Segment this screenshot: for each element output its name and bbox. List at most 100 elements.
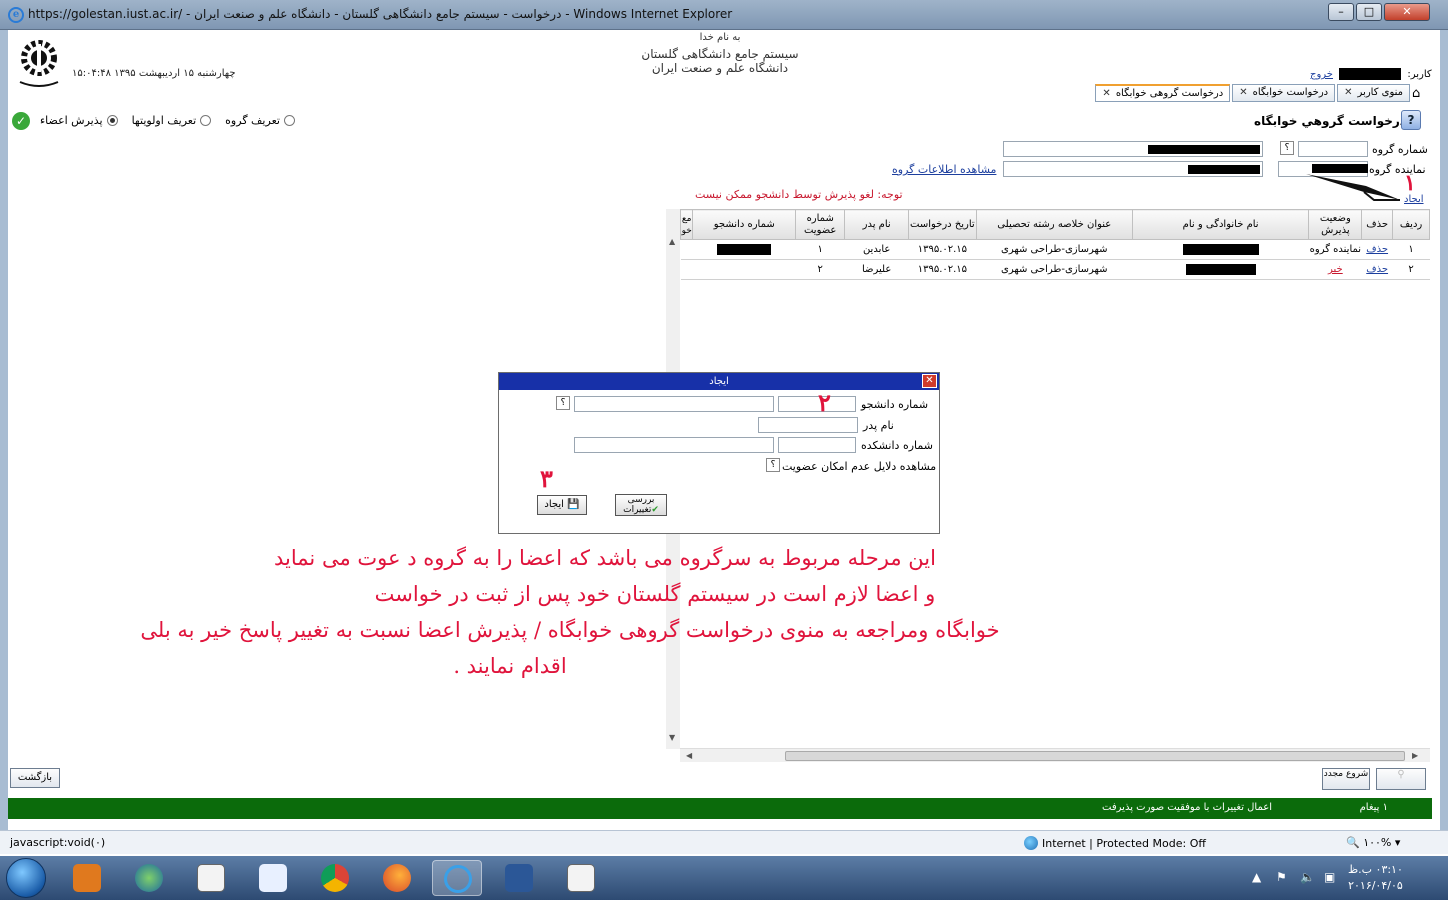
network-icon[interactable]: ▣ — [1324, 870, 1335, 884]
clock-date: ۲۰۱۶/۰۴/۰۵ — [1348, 879, 1403, 892]
start-again-label: شروع مجدد — [1323, 769, 1369, 779]
status-url: javascript:void(۰) — [10, 836, 106, 849]
tab-group-dorm-request[interactable]: درخواست گروهی خوابگاه ✕ — [1095, 84, 1231, 102]
redacted-student-no — [717, 243, 772, 255]
tab-dorm-request[interactable]: درخواست خوابگاه ✕ — [1232, 84, 1336, 102]
taskbar-word[interactable] — [494, 860, 544, 896]
back-button-label: بازگشت — [17, 772, 53, 783]
tray-expand-icon[interactable]: ▲ — [1252, 870, 1261, 884]
home-icon[interactable]: ⌂ — [1412, 86, 1420, 101]
university-name: دانشگاه علم و صنعت ایران — [651, 61, 789, 75]
table-row: ۱ حذف نماینده گروه شهرسازی-طراحی شهری ۱۳… — [680, 239, 1430, 260]
dialog-reasons-help-icon[interactable]: ؟ — [766, 458, 780, 472]
view-group-info-link[interactable]: مشاهده اطلاعات گروه — [892, 163, 996, 176]
annotation-number-3: ۳ — [540, 464, 553, 493]
speaker-icon[interactable]: 🔈 — [1300, 870, 1315, 884]
close-window-button[interactable]: ✕ — [1384, 3, 1430, 21]
delete-link[interactable]: حذف — [1366, 264, 1388, 275]
dialog-close-icon[interactable]: ✕ — [922, 374, 937, 388]
radio-define-priorities[interactable]: تعریف اولویتها — [132, 114, 212, 127]
dialog-father-input[interactable] — [758, 417, 858, 433]
radio-circle[interactable] — [106, 115, 118, 126]
dialog-faculty-no-label: شماره دانشکده — [861, 439, 933, 452]
zone-label: Internet | Protected Mode: Off — [1042, 836, 1206, 850]
dialog-create-button[interactable]: ایجاد 💾 — [537, 495, 587, 515]
taskbar-globe-app[interactable] — [124, 860, 174, 896]
messages-count: ۱ پیغام — [1359, 802, 1388, 813]
cell-member-no: ۲ — [795, 259, 845, 280]
members-table: ردیف حذف وضعیت پذیرش نام خانوادگی و نام … — [679, 209, 1430, 280]
maximize-button[interactable]: □ — [1356, 3, 1382, 21]
col-header: وضعیت پذیرش — [1308, 209, 1363, 240]
cell-row: ۱ — [1392, 239, 1430, 260]
redacted-name — [1185, 263, 1256, 275]
document-icon — [567, 864, 595, 892]
taskbar-internet-explorer[interactable] — [432, 860, 482, 896]
success-message: اعمال تغییرات با موفقیت صورت پذیرفت — [1102, 802, 1272, 813]
scrollbar-thumb[interactable] — [785, 751, 1405, 761]
instruction-line: این مرحله مربوط به سرگروه می باشد که اعض… — [274, 546, 936, 570]
taskbar-feather-app[interactable] — [248, 860, 298, 896]
radio-define-group[interactable]: تعریف گروه — [225, 114, 295, 127]
logout-link[interactable]: خروج — [1310, 69, 1333, 80]
dialog-titlebar: ایجاد ✕ — [499, 373, 939, 390]
confirm-check-icon[interactable]: ✓ — [12, 112, 30, 130]
cell-extra — [680, 239, 693, 260]
redacted-username — [1339, 68, 1402, 80]
group-number-help-icon[interactable]: ؟ — [1280, 141, 1294, 155]
dialog-father-label: نام پدر — [863, 419, 894, 432]
taskbar-firefox[interactable] — [372, 860, 422, 896]
dialog-student-no-input[interactable] — [778, 396, 856, 412]
tab-user-menu[interactable]: منوی کاربر ✕ — [1337, 84, 1410, 102]
col-header: تاریخ درخواست — [908, 209, 977, 240]
taskbar-document-app-2[interactable] — [556, 860, 606, 896]
status-link[interactable]: خیر — [1328, 264, 1343, 275]
dialog-review-button[interactable]: بررسی تغییرات✔ — [615, 494, 667, 516]
mode-radio-group: تعریف گروه تعریف اولویتها پذیرش اعضاء — [40, 114, 295, 127]
review-button-label: بررسی تغییرات — [623, 495, 655, 515]
security-zone: Internet | Protected Mode: Off — [1024, 836, 1206, 850]
taskbar-clock[interactable]: ۰۳:۱۰ ب.ظ ۲۰۱۶/۰۴/۰۵ — [1348, 862, 1403, 894]
close-tab-icon[interactable]: ✕ — [1239, 85, 1247, 101]
radio-accept-members[interactable]: پذیرش اعضاء — [40, 114, 118, 127]
flag-icon[interactable]: ⚑ — [1276, 870, 1287, 884]
dialog-faculty-name-field — [574, 437, 774, 453]
radio-circle[interactable] — [200, 115, 212, 126]
page-title: درخواست گروهي خوابگاه — [1254, 114, 1406, 128]
media-player-icon — [73, 864, 101, 892]
col-header: عنوان خلاصه رشته تحصیلی — [975, 209, 1133, 240]
close-tab-icon[interactable]: ✕ — [1344, 85, 1352, 101]
taskbar-document-app[interactable] — [186, 860, 236, 896]
redacted-group-name — [1148, 145, 1260, 154]
globe-app-icon — [135, 864, 163, 892]
delete-link[interactable]: حذف — [1366, 244, 1388, 255]
start-again-button[interactable]: شروع مجدد — [1322, 768, 1370, 790]
help-icon[interactable]: ? — [1401, 110, 1421, 130]
start-button[interactable] — [6, 858, 46, 898]
system-name: سیستم جامع دانشگاهی گلستان — [641, 47, 799, 61]
cell-student-no — [692, 259, 796, 280]
radio-circle[interactable] — [283, 115, 295, 126]
back-button[interactable]: بازگشت — [10, 768, 60, 788]
taskbar-chrome[interactable] — [310, 860, 360, 896]
user-label: کاربر: — [1407, 69, 1432, 80]
save-disk-icon: 💾 — [567, 499, 580, 510]
annotation-number-1: ۱ — [1404, 170, 1416, 196]
window-title: https://golestan.iust.ac.ir/ - درخواست -… — [28, 7, 733, 21]
close-tab-icon[interactable]: ✕ — [1102, 86, 1110, 102]
horizontal-scrollbar[interactable]: ◀ ▶ — [680, 748, 1430, 762]
cell-field: شهرسازی-طراحی شهری — [976, 259, 1133, 280]
radio-label: تعریف گروه — [225, 114, 280, 127]
dialog-title: ایجاد — [709, 376, 729, 387]
chrome-icon — [321, 864, 349, 892]
window-titlebar: e https://golestan.iust.ac.ir/ - درخواست… — [0, 0, 1448, 30]
search-binoculars-button[interactable]: ⚲ — [1376, 768, 1426, 790]
taskbar-media-player[interactable] — [62, 860, 112, 896]
radio-label: تعریف اولویتها — [131, 114, 197, 127]
dialog-faculty-no-input[interactable] — [778, 437, 856, 453]
cell-field: شهرسازی-طراحی شهری — [976, 239, 1133, 260]
dialog-help-icon[interactable]: ؟ — [556, 396, 570, 410]
minimize-button[interactable]: – — [1328, 3, 1354, 21]
group-number-input[interactable] — [1298, 141, 1368, 157]
zoom-level[interactable]: 🔍 ۱۰۰% ▾ — [1346, 836, 1400, 849]
